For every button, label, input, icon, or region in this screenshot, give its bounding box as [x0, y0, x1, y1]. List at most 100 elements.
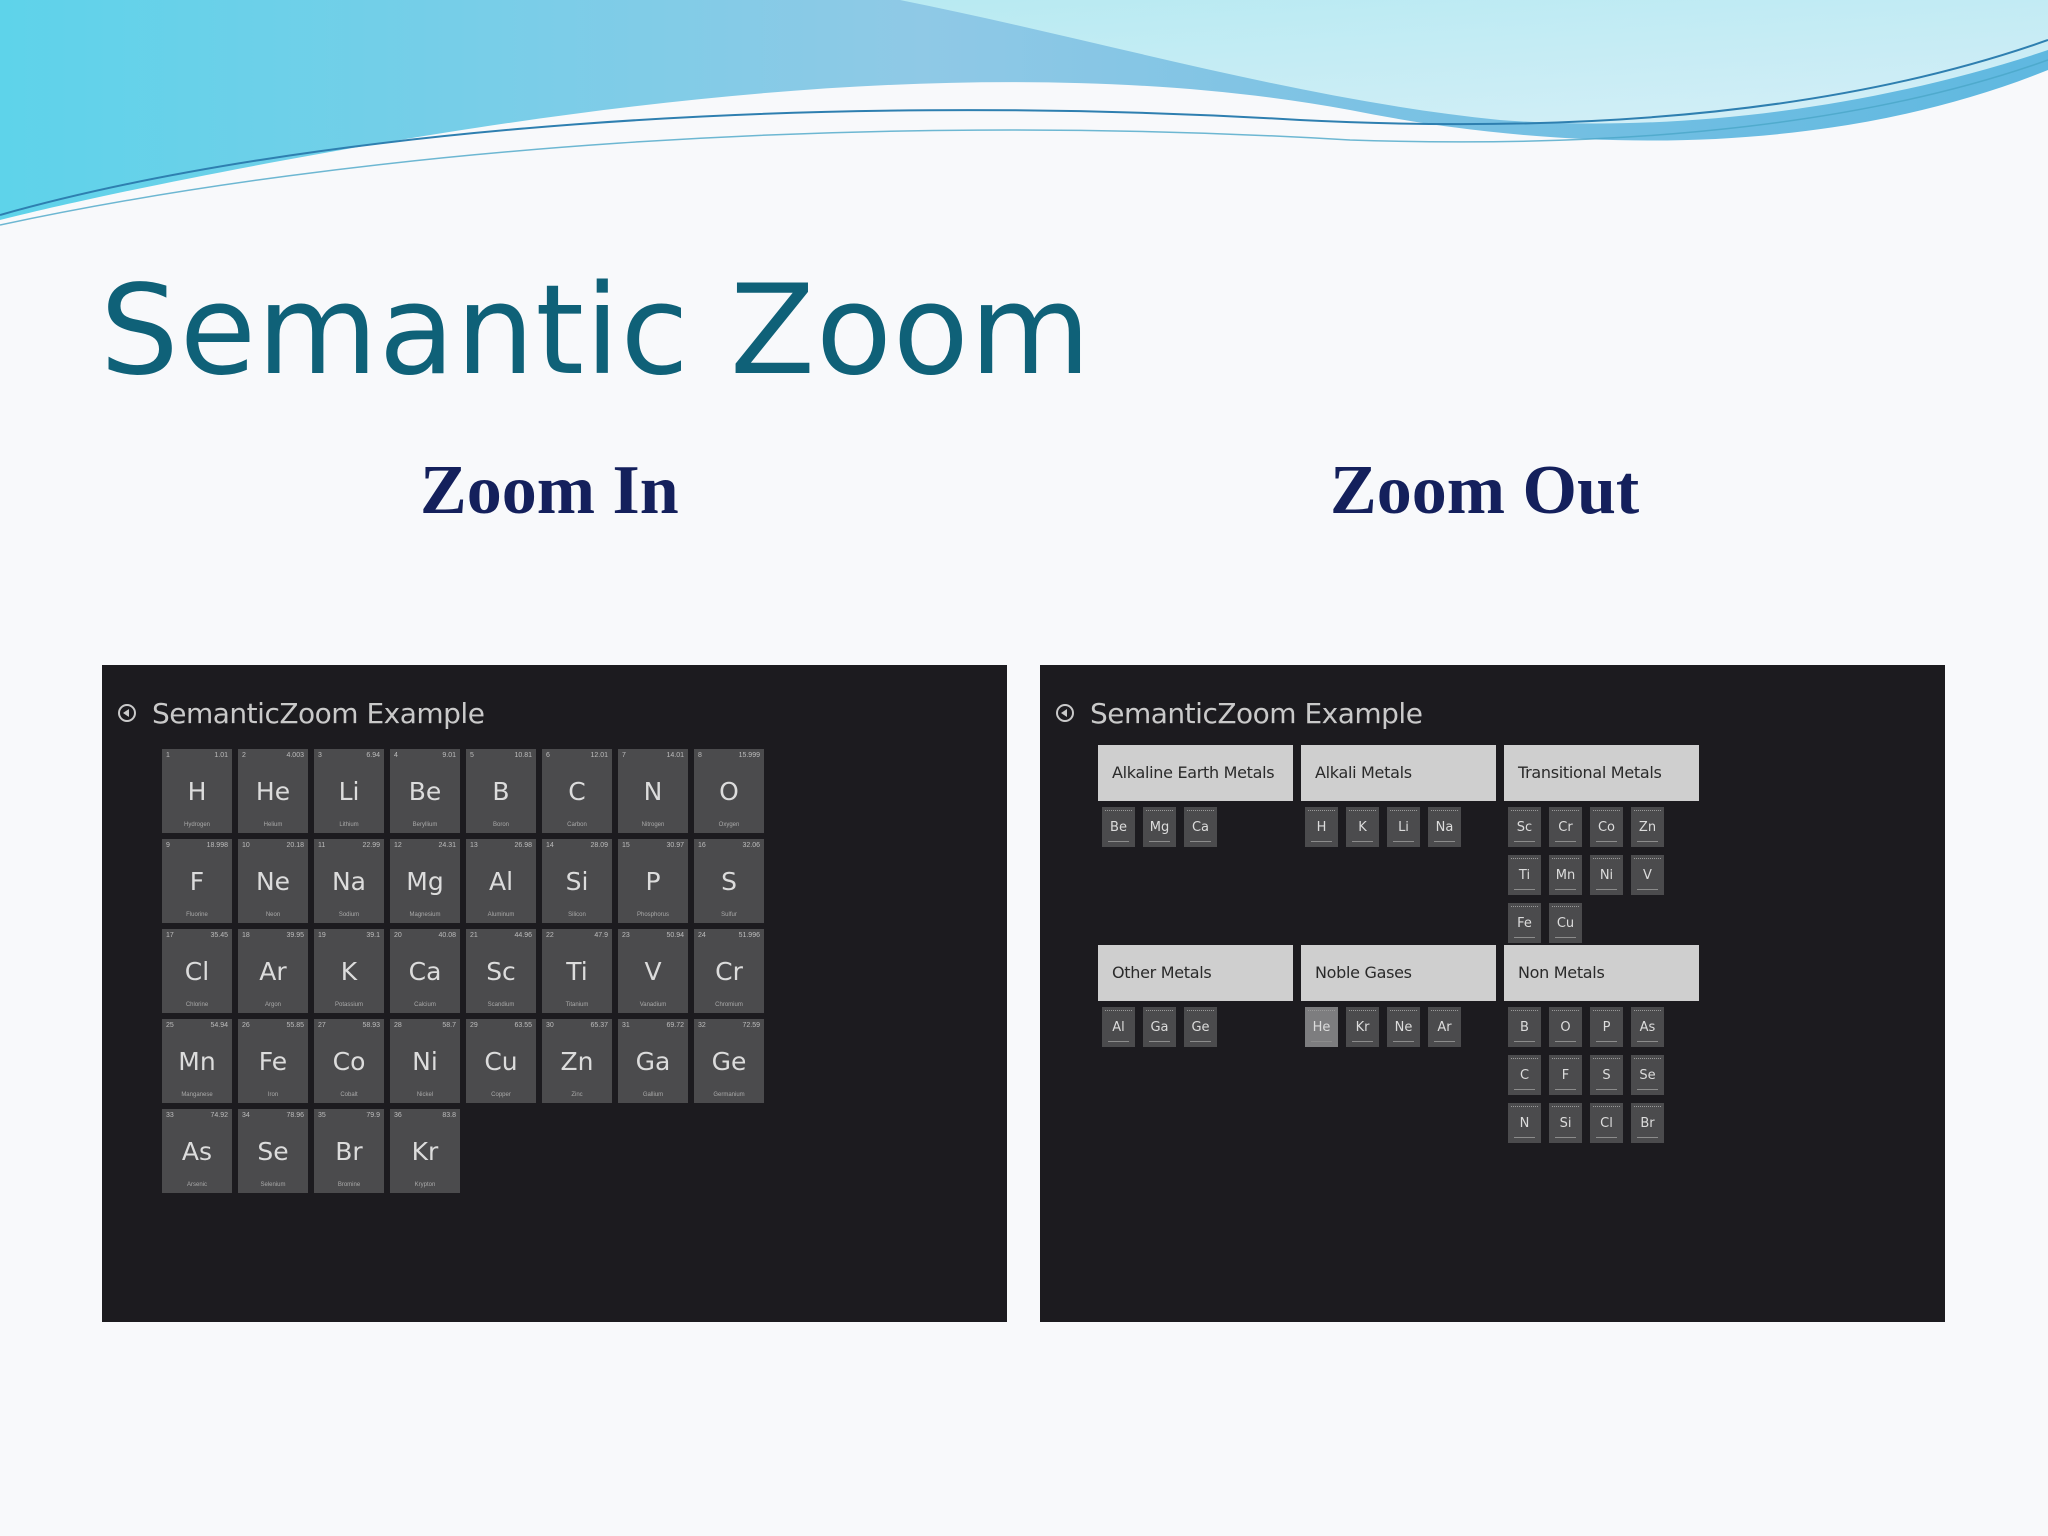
element-tile[interactable]: 11 22.99 Na Sodium [314, 839, 384, 923]
mini-element-tile[interactable]: S [1590, 1055, 1623, 1095]
atomic-mass: 58.93 [362, 1022, 380, 1029]
mini-element-tile[interactable]: Mn [1549, 855, 1582, 895]
element-tile[interactable]: 22 47.9 Ti Titanium [542, 929, 612, 1013]
atomic-mass: 22.99 [362, 842, 380, 849]
mini-element-tile[interactable]: N [1508, 1103, 1541, 1143]
mini-element-tile[interactable]: K [1346, 807, 1379, 847]
back-arrow-icon[interactable] [1056, 704, 1074, 722]
mini-element-tile[interactable]: P [1590, 1007, 1623, 1047]
mini-element-tile[interactable]: Ga [1143, 1007, 1176, 1047]
mini-element-tile[interactable]: Co [1590, 807, 1623, 847]
element-symbol: K [1358, 820, 1367, 835]
mini-element-tile[interactable]: Kr [1346, 1007, 1379, 1047]
element-tile[interactable]: 10 20.18 Ne Neon [238, 839, 308, 923]
element-tile[interactable]: 2 4.003 He Helium [238, 749, 308, 833]
element-name: Nickel [416, 1092, 434, 1098]
element-tile[interactable]: 25 54.94 Mn Manganese [162, 1019, 232, 1103]
element-name: Gallium [642, 1092, 664, 1098]
mini-element-tile[interactable]: As [1631, 1007, 1664, 1047]
back-arrow-icon[interactable] [118, 704, 136, 722]
element-tile[interactable]: 32 72.59 Ge Germanium [694, 1019, 764, 1103]
element-tile[interactable]: 18 39.95 Ar Argon [238, 929, 308, 1013]
atomic-mass: 26.98 [514, 842, 532, 849]
element-tile[interactable]: 19 39.1 K Potassium [314, 929, 384, 1013]
element-tile[interactable]: 34 78.96 Se Selenium [238, 1109, 308, 1193]
element-tile[interactable]: 24 51.996 Cr Chromium [694, 929, 764, 1013]
mini-element-tile[interactable]: Ti [1508, 855, 1541, 895]
element-tile[interactable]: 29 63.55 Cu Copper [466, 1019, 536, 1103]
mini-element-tile[interactable]: Fe [1508, 903, 1541, 943]
element-tile[interactable]: 3 6.94 Li Lithium [314, 749, 384, 833]
element-tile[interactable]: 9 18.998 F Fluorine [162, 839, 232, 923]
mini-element-tile[interactable]: Se [1631, 1055, 1664, 1095]
atomic-mass: 47.9 [594, 932, 608, 939]
element-tile[interactable]: 6 12.01 C Carbon [542, 749, 612, 833]
element-tile[interactable]: 27 58.93 Co Cobalt [314, 1019, 384, 1103]
element-symbol: Be [408, 777, 442, 806]
mini-element-tile[interactable]: Sc [1508, 807, 1541, 847]
mini-element-tile[interactable]: Ne [1387, 1007, 1420, 1047]
atomic-mass: 51.996 [738, 932, 760, 939]
element-tile[interactable]: 36 83.8 Kr Krypton [390, 1109, 460, 1193]
element-tile[interactable]: 35 79.9 Br Bromine [314, 1109, 384, 1193]
mini-element-tile[interactable]: Ca [1184, 807, 1217, 847]
mini-element-tile[interactable]: Zn [1631, 807, 1664, 847]
mini-element-tile[interactable]: Ni [1590, 855, 1623, 895]
mini-element-tile[interactable]: Cl [1590, 1103, 1623, 1143]
group-header[interactable]: Alkaline Earth Metals [1098, 745, 1293, 801]
mini-element-tile[interactable]: Cu [1549, 903, 1582, 943]
element-tile[interactable]: 20 40.08 Ca Calcium [390, 929, 460, 1013]
element-tile[interactable]: 8 15.999 O Oxygen [694, 749, 764, 833]
element-name: Germanium [713, 1092, 745, 1098]
mini-element-tile[interactable]: Br [1631, 1103, 1664, 1143]
element-name: Copper [491, 1092, 511, 1098]
mini-element-tile[interactable]: V [1631, 855, 1664, 895]
element-tile[interactable]: 13 26.98 Al Aluminum [466, 839, 536, 923]
mini-element-tile[interactable]: Cr [1549, 807, 1582, 847]
mini-element-tile[interactable]: Ar [1428, 1007, 1461, 1047]
element-tile[interactable]: 23 50.94 V Vanadium [618, 929, 688, 1013]
tile-detail-row [1308, 1010, 1335, 1013]
mini-element-tile[interactable]: Mg [1143, 807, 1176, 847]
mini-element-tile[interactable]: B [1508, 1007, 1541, 1047]
mini-element-tile[interactable]: O [1549, 1007, 1582, 1047]
mini-element-tile[interactable]: F [1549, 1055, 1582, 1095]
atomic-number: 20 [394, 932, 402, 939]
mini-element-tile[interactable]: Ge [1184, 1007, 1217, 1047]
element-tile[interactable]: 17 35.45 Cl Chlorine [162, 929, 232, 1013]
header-wave-decoration [0, 0, 2048, 226]
element-name: Calcium [414, 1002, 436, 1008]
element-tile[interactable]: 5 10.81 B Boron [466, 749, 536, 833]
mini-element-tile[interactable]: C [1508, 1055, 1541, 1095]
mini-element-tile[interactable]: H [1305, 807, 1338, 847]
element-symbol: Cl [184, 957, 210, 986]
group-header[interactable]: Transitional Metals [1504, 745, 1699, 801]
mini-element-tile[interactable]: Li [1387, 807, 1420, 847]
tile-name-line [1596, 1041, 1617, 1042]
element-tile[interactable]: 1 1.01 H Hydrogen [162, 749, 232, 833]
element-tile[interactable]: 26 55.85 Fe Iron [238, 1019, 308, 1103]
element-symbol: N [643, 777, 663, 806]
element-symbol: V [644, 957, 662, 986]
mini-element-tile[interactable]: He [1305, 1007, 1338, 1047]
mini-element-tile[interactable]: Si [1549, 1103, 1582, 1143]
element-tile[interactable]: 31 69.72 Ga Gallium [618, 1019, 688, 1103]
element-tile[interactable]: 28 58.7 Ni Nickel [390, 1019, 460, 1103]
element-tile[interactable]: 14 28.09 Si Silicon [542, 839, 612, 923]
element-tile[interactable]: 7 14.01 N Nitrogen [618, 749, 688, 833]
group-header[interactable]: Noble Gases [1301, 945, 1496, 1001]
element-tile[interactable]: 4 9.01 Be Beryllium [390, 749, 460, 833]
element-tile[interactable]: 21 44.96 Sc Scandium [466, 929, 536, 1013]
mini-element-tile[interactable]: Na [1428, 807, 1461, 847]
group-header[interactable]: Other Metals [1098, 945, 1293, 1001]
element-tile[interactable]: 30 65.37 Zn Zinc [542, 1019, 612, 1103]
element-tile[interactable]: 33 74.92 As Arsenic [162, 1109, 232, 1193]
element-tile[interactable]: 12 24.31 Mg Magnesium [390, 839, 460, 923]
group-header[interactable]: Alkali Metals [1301, 745, 1496, 801]
mini-element-tile[interactable]: Be [1102, 807, 1135, 847]
group-header[interactable]: Non Metals [1504, 945, 1699, 1001]
element-tile[interactable]: 16 32.06 S Sulfur [694, 839, 764, 923]
atomic-mass: 65.37 [590, 1022, 608, 1029]
mini-element-tile[interactable]: Al [1102, 1007, 1135, 1047]
element-tile[interactable]: 15 30.97 P Phosphorus [618, 839, 688, 923]
